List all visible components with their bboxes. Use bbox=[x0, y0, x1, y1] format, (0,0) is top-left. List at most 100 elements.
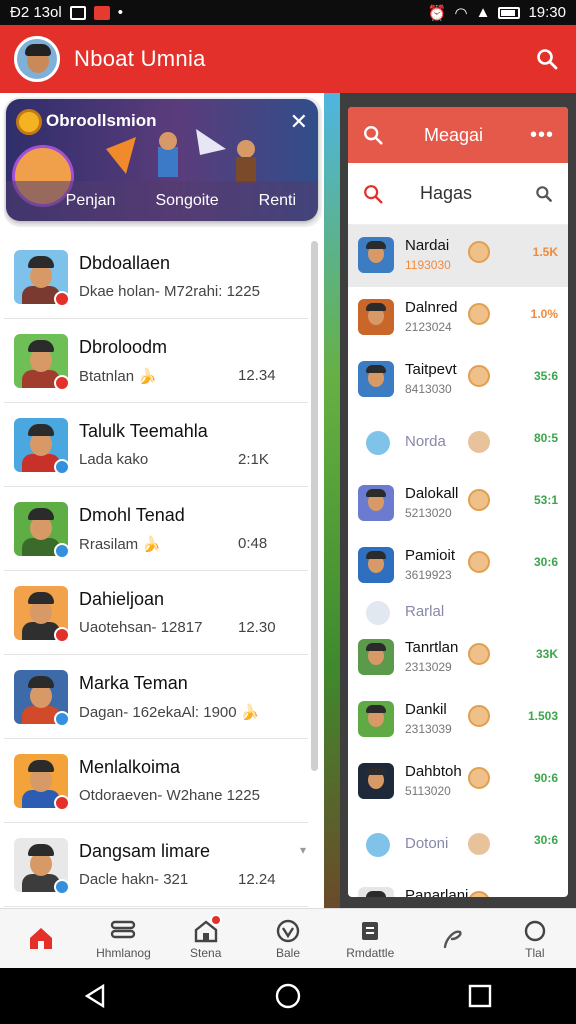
side-item-thumb bbox=[358, 639, 394, 675]
chat-row[interactable]: Menlalkoima Otdoraeven- W2hane 1225 bbox=[4, 739, 308, 823]
document-icon bbox=[356, 918, 384, 944]
chat-time: 12.34 bbox=[238, 367, 276, 384]
chat-name: Talulk Teemahla bbox=[79, 421, 208, 441]
side-list-item[interactable]: Dankil 2313039 1.503 bbox=[348, 689, 568, 751]
nav-item-document[interactable]: Rmdattle bbox=[329, 909, 411, 968]
nav-label: Stena bbox=[190, 945, 222, 960]
side-section-label: Norda bbox=[405, 433, 446, 450]
side-item-value: 1.503 bbox=[527, 709, 558, 723]
home-button-icon[interactable] bbox=[274, 982, 302, 1010]
filter-search-icon[interactable] bbox=[534, 184, 554, 204]
chat-name: Dahieljoan bbox=[79, 589, 165, 609]
mini-avatar bbox=[468, 241, 490, 263]
chat-preview-text: Uaotehsan- 12817 bbox=[79, 619, 203, 636]
nav-label: Tlal bbox=[525, 945, 545, 960]
status-badge bbox=[54, 291, 70, 307]
status-badge bbox=[54, 879, 70, 895]
side-section-label: Dotoni bbox=[405, 835, 449, 852]
mini-avatar bbox=[468, 489, 490, 511]
recents-icon[interactable] bbox=[467, 983, 493, 1009]
clock: 19:30 bbox=[528, 4, 566, 21]
nav-item-stack[interactable]: Hhmlanog bbox=[82, 909, 164, 968]
side-panel-card: Meagai ••• Hagas Nardai 1193030 1.5K Dalnre… bbox=[348, 107, 568, 897]
nav-item-home[interactable] bbox=[0, 909, 82, 968]
chat-preview-text: Dkae holan- M72rahi: 1225 bbox=[79, 283, 260, 300]
chat-row[interactable]: Dmohl Tenad Rrasilam 🍌 0:48 bbox=[4, 487, 308, 571]
side-panel-header: Meagai ••• bbox=[348, 107, 568, 163]
status-badge bbox=[54, 627, 70, 643]
chat-row[interactable]: Talulk Teemahla Lada kako 2:1K bbox=[4, 403, 308, 487]
side-list-item[interactable]: Panarlani620302020:6 bbox=[348, 875, 568, 897]
side-section-row[interactable]: Rarlal bbox=[348, 597, 568, 627]
chat-row[interactable]: Dahieljoan Uaotehsan- 12817 12.30 bbox=[4, 571, 308, 655]
check-circle-icon bbox=[366, 601, 390, 625]
chat-time: 0:48 bbox=[238, 535, 268, 552]
chat-name: Dbroloodm bbox=[79, 337, 168, 357]
promo-banner[interactable]: Obroollsmion ✕ Penjan Songoite Renti bbox=[6, 99, 318, 221]
chat-name: Menlalkoima bbox=[79, 757, 181, 777]
chat-row[interactable]: Dbdoallaen Dkae holan- M72rahi: 1225 bbox=[4, 235, 308, 319]
side-item-name: Taitpevt bbox=[405, 361, 457, 378]
side-item-name: Dalokall bbox=[405, 485, 459, 502]
status-bar: Ɖ2 13ol • ⏰ ◠ ▲ 19:30 bbox=[0, 0, 576, 25]
mini-avatar bbox=[468, 303, 490, 325]
bottom-navigation: Hhmlanog Stena Bale Rmdattle Tlal bbox=[0, 908, 576, 968]
side-item-value: 90:6 bbox=[533, 771, 558, 785]
search-icon bbox=[364, 184, 383, 203]
check-circle-icon bbox=[366, 431, 390, 455]
notification-dot bbox=[209, 913, 222, 926]
banana-icon: 🍌 bbox=[138, 368, 157, 385]
nav-item-store[interactable]: Stena bbox=[165, 909, 247, 968]
more-icon[interactable]: ••• bbox=[530, 124, 554, 147]
chat-name: Marka Teman bbox=[79, 673, 188, 693]
side-list-item[interactable]: Dalokall 5213020 53:1 bbox=[348, 473, 568, 535]
chat-row[interactable]: Dbroloodm Btatnlan 🍌 12.34 bbox=[4, 319, 308, 403]
promo-tab-3[interactable]: Renti bbox=[259, 192, 296, 210]
side-item-code: 2313039 bbox=[405, 722, 452, 736]
promo-tabs: Penjan Songoite Renti bbox=[6, 181, 318, 221]
status-badge bbox=[54, 543, 70, 559]
side-item-value: 53:1 bbox=[533, 493, 558, 507]
nav-item-heart[interactable]: Bale bbox=[247, 909, 329, 968]
chat-preview: Lada kako bbox=[79, 451, 148, 468]
search-icon[interactable] bbox=[362, 124, 384, 146]
wifi-icon: ◠ bbox=[454, 4, 468, 22]
side-item-name: Panarlani bbox=[405, 887, 469, 897]
side-item-thumb bbox=[358, 887, 394, 897]
nav-item-circle[interactable]: Tlal bbox=[494, 909, 576, 968]
status-badge bbox=[54, 459, 70, 475]
side-section-row[interactable]: Norda 80:5 bbox=[348, 411, 568, 473]
mini-avatar bbox=[468, 891, 490, 897]
side-list-item[interactable]: Dahbtoh 5113020 90:6 bbox=[348, 751, 568, 813]
promo-tab-1[interactable]: Penjan bbox=[66, 192, 116, 210]
back-icon[interactable] bbox=[83, 983, 109, 1009]
nav-item-pen[interactable] bbox=[411, 909, 493, 968]
chat-row[interactable]: Marka Teman Dagan- 162ekaAl: 1900 🍌 bbox=[4, 655, 308, 739]
side-section-row[interactable]: Dotoni 30:6 bbox=[348, 813, 568, 875]
status-left-text: Ɖ2 13ol bbox=[10, 4, 62, 21]
side-search-bar[interactable]: Hagas bbox=[348, 163, 568, 225]
mini-avatar bbox=[468, 365, 490, 387]
side-list-item[interactable]: Nardai 1193030 1.5K bbox=[348, 225, 568, 287]
side-item-value: 33K bbox=[535, 647, 558, 661]
nav-label: Rmdattle bbox=[346, 945, 395, 960]
promo-tab-2[interactable]: Songoite bbox=[155, 192, 218, 210]
search-icon[interactable] bbox=[532, 44, 562, 74]
side-list-item[interactable]: Pamioit 3619923 30:6 bbox=[348, 535, 568, 597]
side-list-item[interactable]: Tanrtlan 2313029 33K bbox=[348, 627, 568, 689]
side-item-code: 5213020 bbox=[405, 506, 452, 520]
chat-row[interactable]: Dangsam limare Dacle hakn- 321 12.24 ▾ bbox=[4, 823, 308, 907]
side-list-item[interactable]: Taitpevt 8413030 35:6 bbox=[348, 349, 568, 411]
close-icon[interactable]: ✕ bbox=[290, 109, 308, 135]
side-item-value: 1.0% bbox=[530, 307, 558, 321]
mini-avatar bbox=[468, 551, 490, 573]
profile-avatar[interactable] bbox=[14, 36, 60, 82]
side-list-item[interactable]: Dalnred 2123024 1.0% bbox=[348, 287, 568, 349]
side-item-code: 1193030 bbox=[405, 258, 451, 272]
scrollbar[interactable] bbox=[311, 241, 318, 771]
stack-icon bbox=[109, 918, 137, 944]
chevron-down-icon[interactable]: ▾ bbox=[300, 843, 306, 857]
mini-avatar bbox=[468, 767, 490, 789]
chat-preview-text: Dacle hakn- 321 bbox=[79, 871, 189, 888]
side-item-name: Dalnred bbox=[405, 299, 458, 316]
